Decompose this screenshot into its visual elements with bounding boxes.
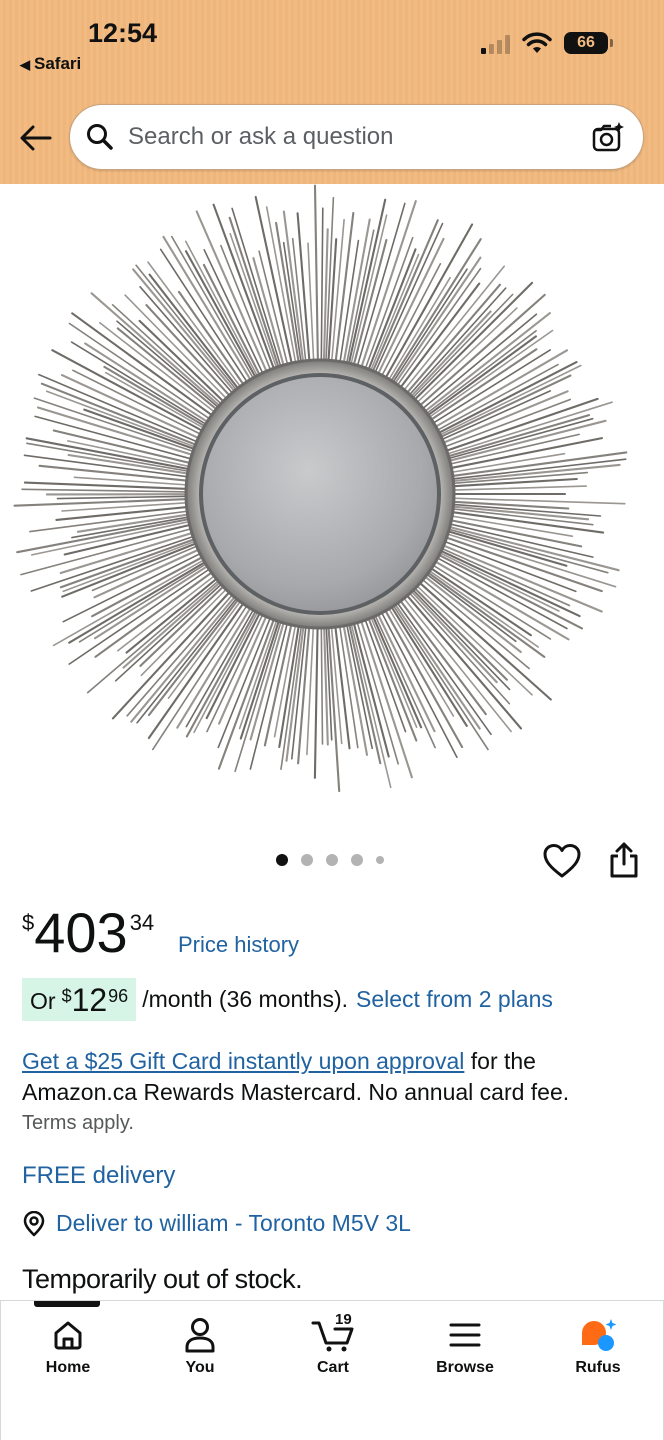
mirror-ray [184, 240, 259, 379]
mirror-ray [313, 624, 319, 779]
installment-fraction: 96 [108, 986, 129, 1006]
mirror-ray [254, 195, 294, 367]
tab-browse[interactable]: Browse [415, 1315, 515, 1377]
mirror-ray [116, 320, 221, 410]
carousel-dot[interactable] [301, 854, 313, 866]
cellular-signal-icon [481, 34, 510, 54]
status-icons: 66 [481, 32, 613, 54]
tab-cart-label: Cart [316, 1359, 349, 1376]
tab-home[interactable]: Home [18, 1315, 118, 1377]
arrow-left-icon[interactable] [18, 120, 54, 156]
select-plans-link[interactable]: Select from 2 plans [356, 986, 553, 1013]
deliver-to-address[interactable]: Deliver to william - Toronto M5V 3L [22, 1210, 411, 1237]
terms-text: Terms apply. [22, 1112, 134, 1134]
mirror-ray [313, 184, 319, 364]
mirror-ray [451, 485, 588, 491]
installment-prefix: Or [30, 988, 56, 1014]
mirror-ray [21, 488, 189, 493]
camera-search-icon[interactable] [591, 120, 625, 154]
search-input[interactable] [128, 123, 591, 151]
product-price: $ 403 34 [22, 898, 154, 968]
price-whole: 403 [34, 901, 128, 964]
installment-offer: Or $ 12 96 /month (36 months). Select fr… [22, 978, 553, 1021]
mirror-ray [417, 293, 546, 408]
mirror-ray [356, 202, 406, 369]
tab-you-label: You [185, 1359, 215, 1376]
carousel-dot[interactable] [351, 854, 363, 866]
bottom-tab-bar: Home You 19 Cart Browse Rufus [0, 1300, 664, 1440]
mirror-ray [171, 235, 255, 381]
free-delivery-link[interactable]: FREE delivery [22, 1162, 175, 1190]
mirror-ray [56, 495, 189, 500]
menu-icon [449, 1323, 481, 1347]
mirror-ray [447, 433, 580, 466]
carousel-dot[interactable] [276, 854, 288, 866]
heart-icon[interactable] [542, 842, 582, 880]
back-triangle-icon: ◀ [20, 57, 30, 72]
mirror-ray [445, 532, 617, 588]
mirror-ray [402, 265, 506, 393]
price-fraction: 34 [129, 910, 155, 935]
location-pin-icon [23, 1210, 45, 1236]
mirror-ray [116, 327, 219, 412]
wifi-icon [522, 32, 552, 53]
gift-card-promo: Get a $25 Gift Card instantly upon appro… [22, 1046, 642, 1108]
tab-rufus[interactable]: Rufus [548, 1315, 648, 1377]
installment-badge: Or $ 12 96 [22, 978, 137, 1021]
home-icon [54, 1321, 82, 1350]
gift-card-promo-link[interactable]: Get a $25 Gift Card instantly upon appro… [22, 1048, 464, 1074]
mirror-ray [350, 621, 392, 789]
rufus-icon [582, 1319, 617, 1351]
cart-count-badge: 19 [335, 1311, 352, 1328]
mirror-ray [387, 606, 455, 717]
installment-term: /month (36 months). [142, 986, 349, 1012]
user-icon [185, 1318, 215, 1353]
tab-browse-label: Browse [436, 1359, 494, 1376]
mirror-ray [138, 319, 226, 404]
installment-whole: 12 [71, 982, 108, 1018]
status-time: 12:54 [88, 18, 158, 48]
image-carousel-dots[interactable] [276, 854, 384, 866]
mirror-ray [427, 568, 540, 648]
price-history-link[interactable]: Price history [178, 932, 299, 958]
price-currency-symbol: $ [22, 910, 35, 935]
stock-status: Temporarily out of stock. [22, 1264, 303, 1294]
product-image-sunburst-mirror[interactable] [0, 184, 664, 814]
installment-currency: $ [61, 986, 72, 1006]
tab-you[interactable]: You [150, 1315, 250, 1377]
mirror-ray [327, 238, 338, 364]
tab-rufus-label: Rufus [575, 1359, 621, 1376]
back-app-label: Safari [34, 54, 82, 73]
mirror-ray [448, 518, 583, 548]
search-icon [87, 124, 113, 150]
carousel-dot[interactable] [326, 854, 338, 866]
battery-indicator: 66 [564, 32, 613, 54]
deliver-to-label: Deliver to william - Toronto M5V 3L [56, 1210, 411, 1236]
share-icon[interactable] [606, 840, 642, 880]
mirror-ray [446, 525, 620, 572]
mirror-ray [320, 207, 324, 363]
mirror-ray [68, 567, 212, 665]
carousel-dot[interactable] [376, 856, 384, 864]
tab-home-label: Home [45, 1359, 91, 1376]
back-to-safari[interactable]: ◀ Safari [20, 54, 81, 74]
tab-cart[interactable]: 19 Cart [283, 1311, 383, 1377]
search-bar[interactable] [69, 104, 644, 170]
active-tab-indicator [34, 1301, 100, 1307]
mirror-ray [320, 625, 324, 745]
app-header: 12:54 ◀ Safari 66 [0, 0, 664, 184]
